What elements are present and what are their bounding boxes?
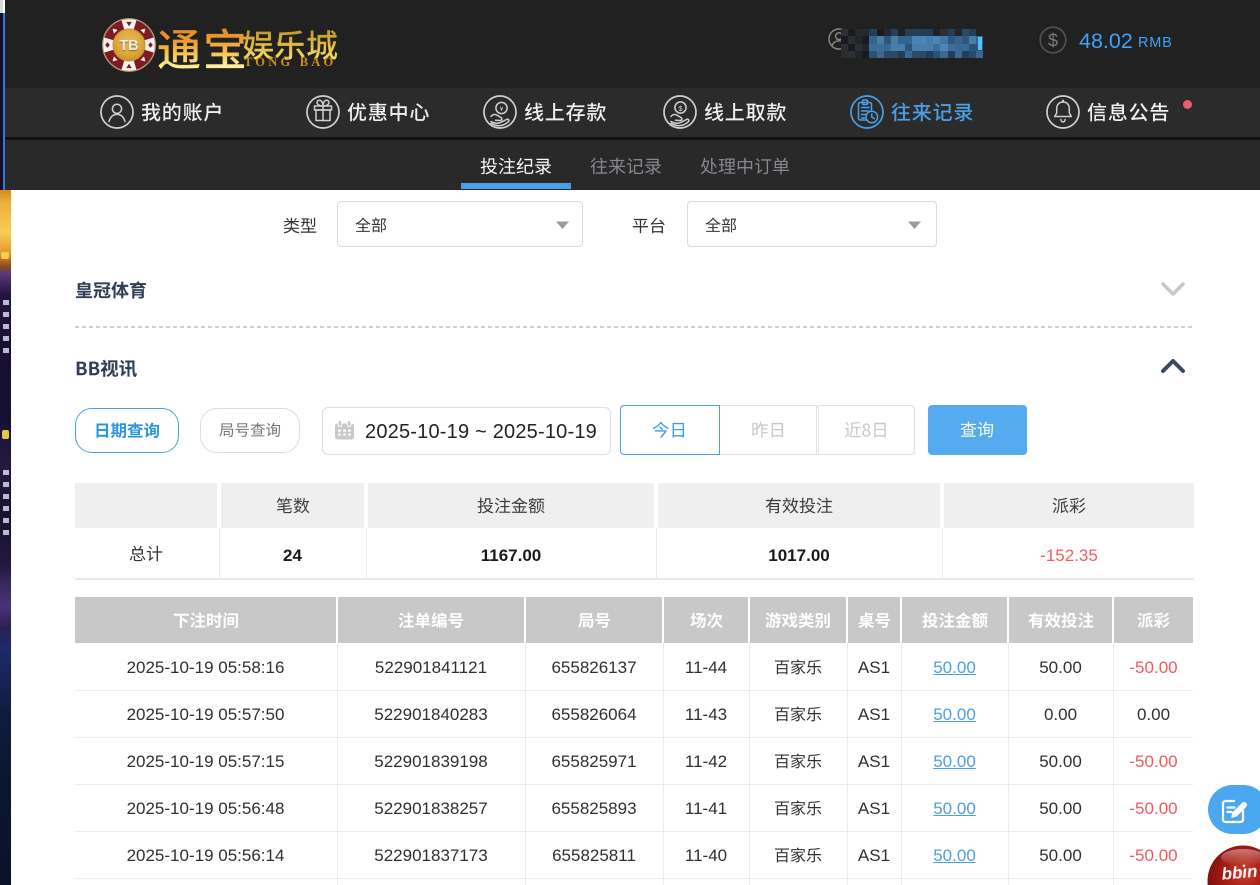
svg-text:bbın: bbın: [1221, 862, 1258, 884]
svg-text:TB: TB: [119, 38, 138, 54]
svg-text:$: $: [678, 104, 683, 113]
svg-text:$: $: [1048, 31, 1058, 51]
svg-text:¥: ¥: [500, 107, 504, 113]
